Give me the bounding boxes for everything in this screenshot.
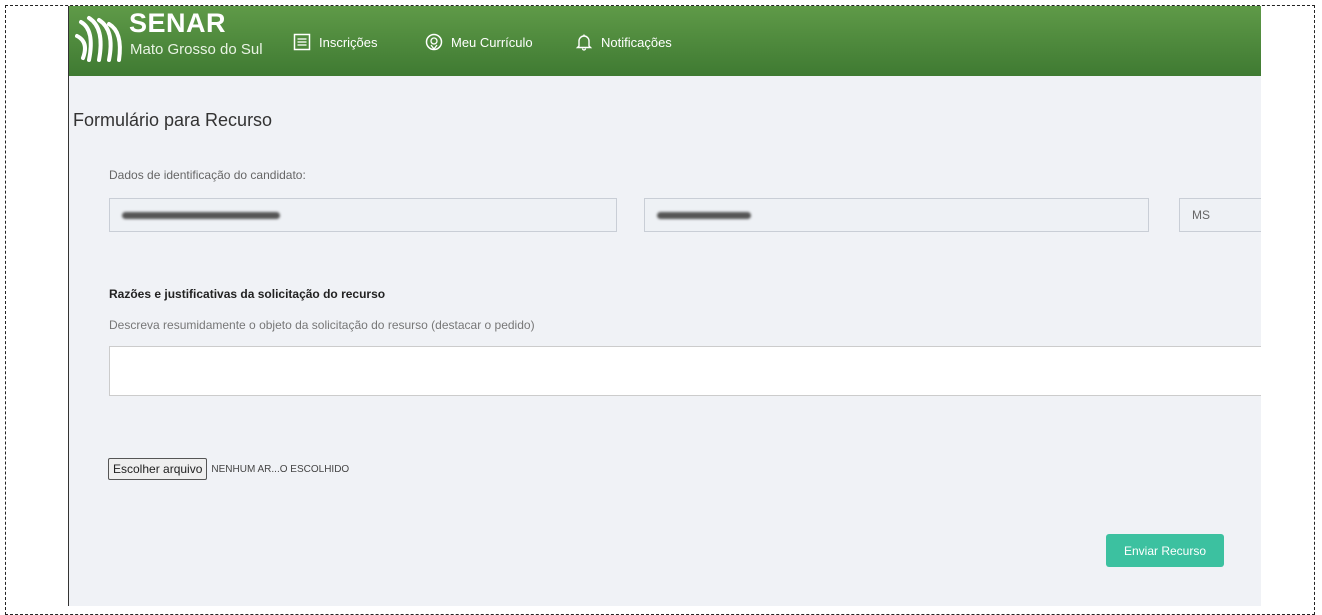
- nav-meu-curriculo[interactable]: Meu Currículo: [425, 33, 533, 51]
- list-icon: [293, 33, 311, 51]
- top-navbar: SENAR Mato Grosso do Sul Inscrições Meu …: [69, 6, 1261, 76]
- app-window: SENAR Mato Grosso do Sul Inscrições Meu …: [68, 6, 1261, 606]
- badge-icon: [425, 33, 443, 51]
- page-title: Formulário para Recurso: [73, 110, 273, 130]
- choose-file-button[interactable]: Escolher arquivo: [108, 458, 208, 480]
- brand-title[interactable]: SENAR: [129, 8, 226, 39]
- nav-notificacoes-label: Notificações: [601, 34, 672, 50]
- redacted-value: [657, 211, 751, 219]
- reasons-description: Descreva resumidamente o objeto da solic…: [109, 318, 535, 332]
- submit-appeal-button[interactable]: Enviar Recurso: [1106, 534, 1224, 567]
- nav-inscricoes[interactable]: Inscrições: [293, 33, 378, 51]
- candidate-section-label: Dados de identificação do candidato:: [109, 168, 306, 182]
- bell-icon: [575, 34, 593, 51]
- nav-notificacoes[interactable]: Notificações: [575, 33, 672, 51]
- senar-logo-icon: [75, 16, 122, 62]
- candidate-id-field[interactable]: [644, 198, 1149, 232]
- brand-subtitle: Mato Grosso do Sul: [130, 41, 263, 58]
- file-upload: Escolher arquivo NENHUM AR...O ESCOLHIDO: [108, 458, 349, 480]
- reasons-textarea[interactable]: [109, 346, 1261, 396]
- redacted-value: [122, 211, 280, 219]
- nav-inscricoes-label: Inscrições: [319, 34, 378, 50]
- nav-meu-curriculo-label: Meu Currículo: [451, 34, 533, 50]
- state-value: MS: [1192, 208, 1210, 222]
- reasons-title: Razões e justificativas da solicitação d…: [109, 287, 386, 301]
- candidate-name-field[interactable]: [109, 198, 617, 232]
- file-status: NENHUM AR...O ESCOLHIDO: [211, 463, 350, 475]
- candidate-state-field[interactable]: MS: [1179, 198, 1261, 232]
